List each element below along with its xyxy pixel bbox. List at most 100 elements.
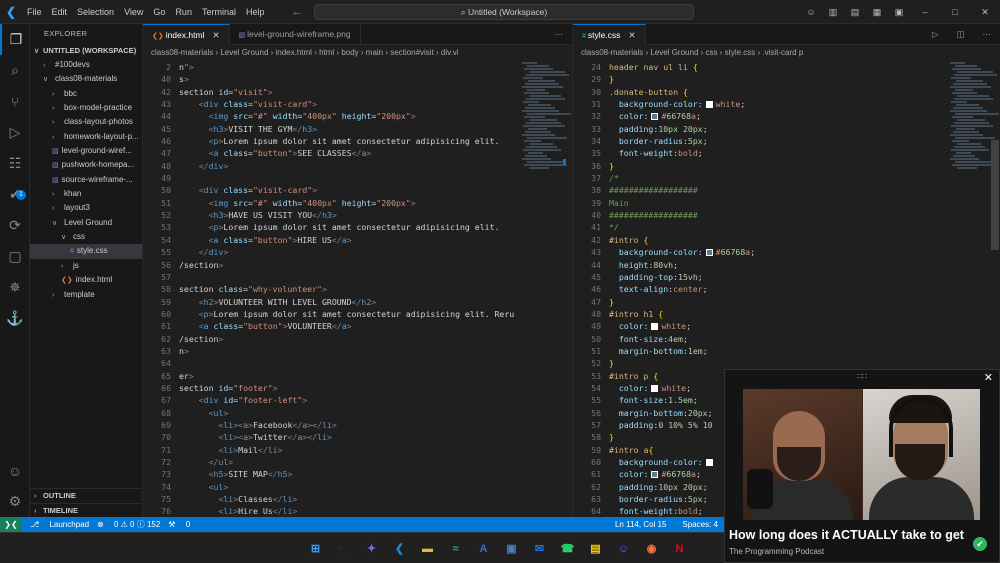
code-line[interactable]: 2 n"> — [143, 61, 572, 73]
code-line[interactable]: 63 n> — [143, 345, 572, 357]
video-title[interactable]: How long does it ACTUALLY take to get — [729, 528, 964, 542]
indentation-status[interactable]: Spaces: 4 — [682, 520, 718, 529]
code-line[interactable]: 64 — [143, 357, 572, 369]
code-line[interactable]: 38 ################## — [573, 184, 1000, 196]
sticky-notes-icon[interactable]: ▤ — [585, 539, 606, 558]
close-icon[interactable]: ✕ — [984, 371, 993, 384]
code-line[interactable]: 40 s> — [143, 73, 572, 85]
code-line[interactable]: 68 <ul> — [143, 407, 572, 419]
code-line[interactable]: 49 — [143, 172, 572, 184]
outline-section[interactable]: › OUTLINE — [30, 488, 143, 502]
menu-item-terminal[interactable]: Terminal — [202, 7, 236, 17]
code-line[interactable]: 71 <li>Mail</li> — [143, 444, 572, 456]
code-line[interactable]: 45 padding-top:15vh; — [573, 271, 1000, 283]
code-line[interactable]: 53 <p>Lorem ipsum dolor sit amet consect… — [143, 221, 572, 233]
tree-item[interactable]: › bbc — [30, 87, 142, 101]
code-line[interactable]: 59 <h2>VOLUNTEER WITH LEVEL GROUND</h2> — [143, 296, 572, 308]
menu-item-edit[interactable]: Edit — [52, 7, 68, 17]
code-line[interactable]: 52 <h3>HAVE US VISIT YOU</h3> — [143, 209, 572, 221]
toggle-sidebar-icon[interactable]: ▥ — [822, 7, 844, 18]
code-line[interactable]: 44 <img src="#" width="400px" height="20… — [143, 110, 572, 122]
code-line[interactable]: 32 color: #66768a; — [573, 110, 1000, 122]
command-center-search[interactable]: ⌕ Untitled (Workspace) — [314, 4, 694, 20]
close-tab-icon[interactable]: ✕ — [628, 30, 635, 40]
code-line[interactable]: 72 </ul> — [143, 456, 572, 468]
color-swatch[interactable] — [651, 384, 659, 392]
code-line[interactable]: 66 section id="footer"> — [143, 382, 572, 394]
remote-explorer-icon[interactable]: ▢ — [0, 241, 30, 272]
drag-handle-icon[interactable]: ∷∷ — [725, 370, 999, 386]
run-debug-icon[interactable]: ▷ — [0, 117, 30, 148]
code-line[interactable]: 33 padding:10px 20px; — [573, 123, 1000, 135]
code-line[interactable]: 44 height:80vh; — [573, 259, 1000, 271]
code-line[interactable]: 73 <h5>SITE MAP</h5> — [143, 468, 572, 480]
color-swatch[interactable] — [705, 249, 713, 257]
source-control-icon[interactable]: ⑂ — [0, 86, 30, 117]
code-line[interactable]: 57 — [143, 271, 572, 283]
code-line[interactable]: 51 margin-bottom:1em; — [573, 345, 1000, 357]
code-line[interactable]: 34 border-radius:5px; — [573, 135, 1000, 147]
docker-icon[interactable]: ⚓ — [0, 303, 30, 334]
breadcrumb-item[interactable]: class08-materials — [151, 48, 213, 57]
tree-item[interactable]: ▧ level-ground-wiref... — [30, 144, 142, 158]
code-line[interactable]: 47 <a class="button">SEE CLASSES</a> — [143, 147, 572, 159]
breadcrumb-item[interactable]: index.html — [276, 48, 312, 57]
breadcrumb-item[interactable]: Level Ground — [650, 48, 698, 57]
toggle-secondary-sidebar-icon[interactable]: ▦ — [866, 7, 888, 18]
vscode-icon[interactable]: ❮ — [389, 539, 410, 558]
code-line[interactable]: 29} — [573, 73, 1000, 85]
more-actions-icon[interactable]: ⋯ — [974, 24, 1000, 45]
terminal-icon[interactable]: >_ — [333, 539, 354, 558]
code-line[interactable]: 37 /* — [573, 172, 1000, 184]
scrollbar-right[interactable] — [991, 140, 999, 250]
app-store-icon[interactable]: A — [473, 539, 494, 558]
whatsapp-icon[interactable]: ☎ — [557, 539, 578, 558]
color-swatch[interactable] — [705, 101, 713, 109]
breadcrumb-item[interactable]: div.vi — [441, 48, 459, 57]
extensions-icon[interactable]: ☷ — [0, 148, 30, 179]
toggle-panel-icon[interactable]: ▤ — [844, 7, 866, 18]
code-line[interactable]: 76 <li>Hire Us</li> — [143, 505, 572, 517]
breadcrumb-item[interactable]: class08-materials — [581, 48, 643, 57]
problems-status[interactable]: ⊗ 0 ⚠ 0 ⓘ 152 — [97, 519, 160, 530]
color-swatch[interactable] — [651, 323, 659, 331]
breadcrumb-item[interactable]: .visit-card p — [762, 48, 803, 57]
code-line[interactable]: 75 <li>Classes</li> — [143, 493, 572, 505]
code-line[interactable]: 55 </div> — [143, 246, 572, 258]
breadcrumb-item[interactable]: css — [706, 48, 718, 57]
close-tab-icon[interactable]: ✕ — [212, 30, 219, 40]
live-share-icon[interactable]: ✵ — [0, 272, 30, 303]
search-icon[interactable]: ⌕ — [0, 55, 30, 86]
tree-item[interactable]: ∨ css — [30, 230, 142, 244]
code-line[interactable]: 61 <a class="button">VOLUNTEER</a> — [143, 320, 572, 332]
code-line[interactable]: 39 Main — [573, 197, 1000, 209]
timeline-icon[interactable]: ⟳ — [0, 210, 30, 241]
code-line[interactable]: 43 <div class="visit-card"> — [143, 98, 572, 110]
minimap-left[interactable] — [522, 61, 571, 181]
back-arrow-icon[interactable]: ← — [291, 6, 302, 18]
tab-index-html[interactable]: ❮❯ index.html ✕ — [143, 24, 230, 45]
tree-item[interactable]: › class-layout-photos — [30, 115, 142, 129]
photos-icon[interactable]: ▣ — [501, 539, 522, 558]
tree-item[interactable]: › khan — [30, 187, 142, 201]
more-actions-icon[interactable]: ⋯ — [546, 24, 573, 45]
code-line[interactable]: 74 <ul> — [143, 481, 572, 493]
breadcrumb-item[interactable]: style.css — [725, 48, 756, 57]
code-line[interactable]: 70 <li><a>Twitter</a></li> — [143, 431, 572, 443]
code-line[interactable]: 67 <div id="footer-left"> — [143, 394, 572, 406]
code-line[interactable]: 56/section> — [143, 259, 572, 271]
tree-item[interactable]: ▧ pushwork-homepa... — [30, 158, 142, 172]
cursor-position[interactable]: Ln 114, Col 15 — [615, 520, 666, 529]
tree-item[interactable]: › box-model-practice — [30, 101, 142, 115]
file-explorer-icon[interactable]: ▬ — [417, 539, 438, 558]
code-line[interactable]: 36} — [573, 160, 1000, 172]
breadcrumb-item[interactable]: main — [366, 48, 383, 57]
account-icon[interactable]: ☺ — [0, 455, 30, 486]
code-line[interactable]: 35 font-weight:bold; — [573, 147, 1000, 159]
menu-item-file[interactable]: File — [27, 7, 42, 17]
code-line[interactable]: 42 section id="visit"> — [143, 86, 572, 98]
code-line[interactable]: 48 #intro h1 { — [573, 308, 1000, 320]
code-line[interactable]: 42 #intro { — [573, 234, 1000, 246]
menu-item-selection[interactable]: Selection — [77, 7, 114, 17]
code-line[interactable]: 50 font-size:4em; — [573, 333, 1000, 345]
